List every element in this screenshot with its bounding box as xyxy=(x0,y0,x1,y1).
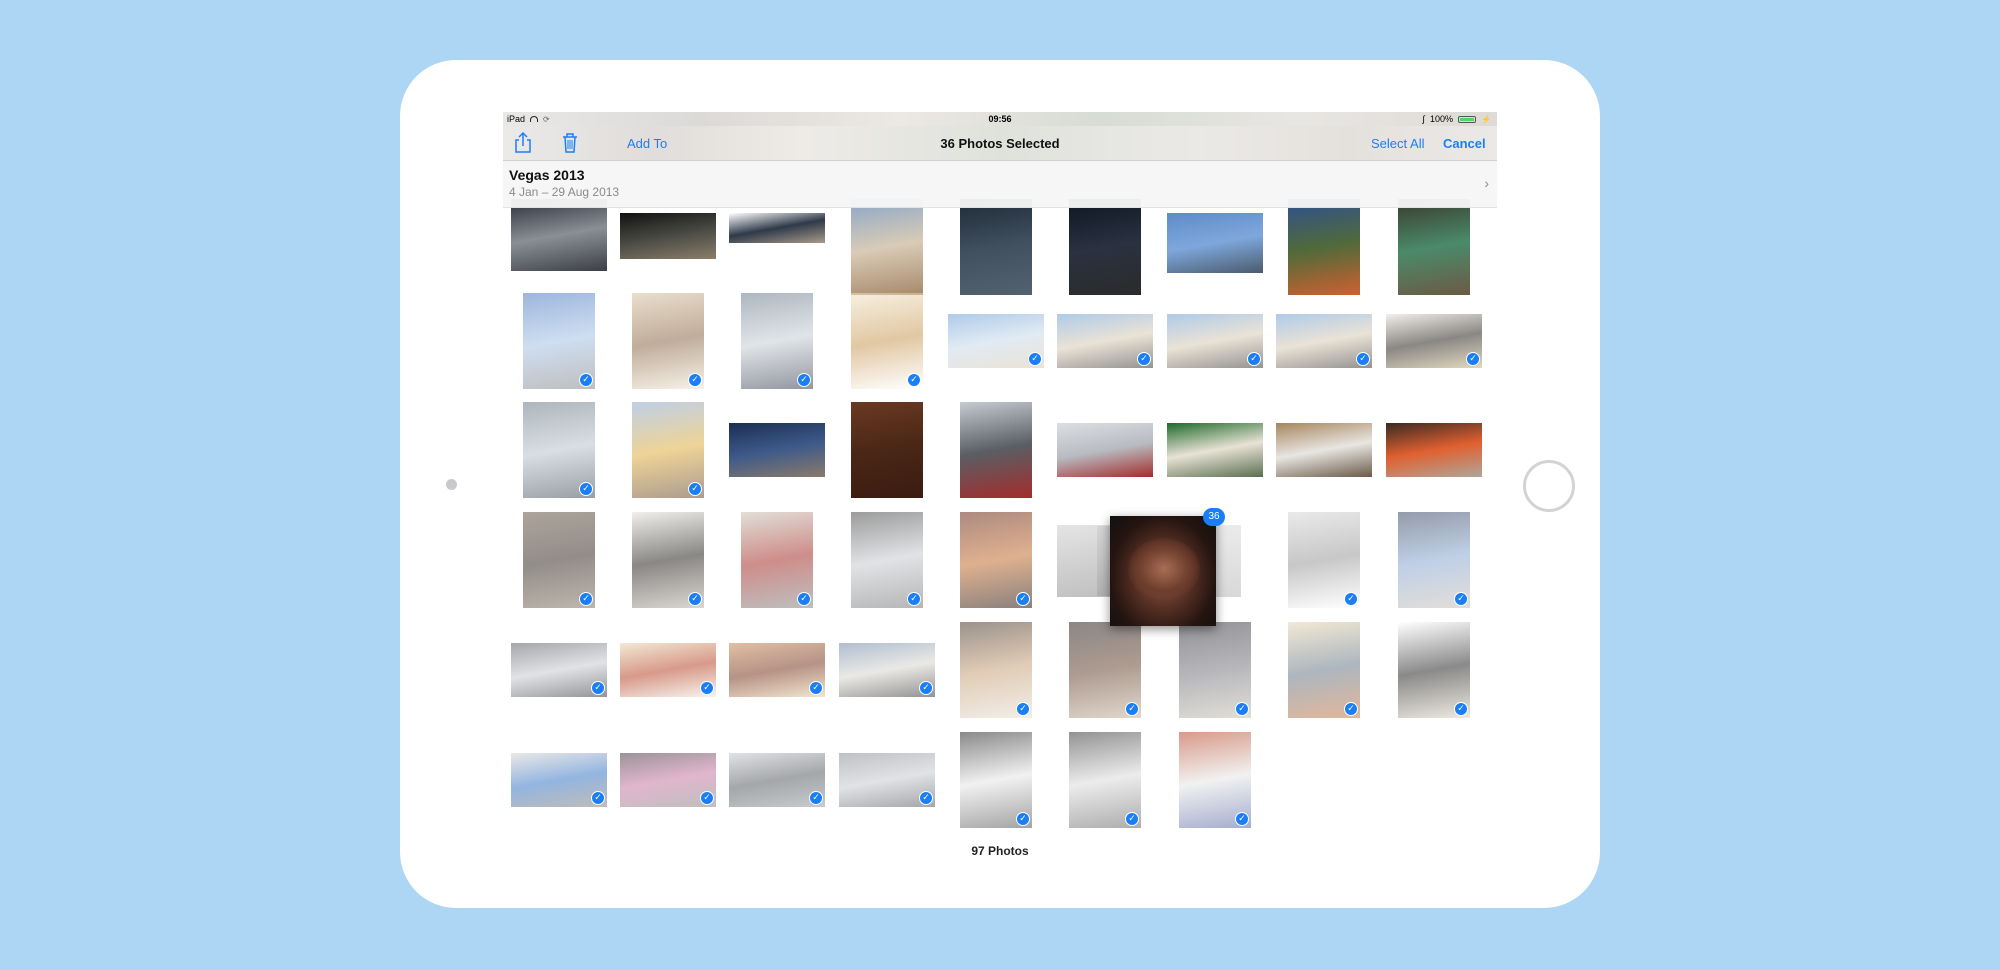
checkmark-icon: ✓ xyxy=(579,482,593,496)
checkmark-icon: ✓ xyxy=(809,791,823,805)
photo-thumbnail[interactable] xyxy=(960,199,1032,295)
photo-thumbnail[interactable] xyxy=(960,402,1032,498)
checkmark-icon: ✓ xyxy=(1235,812,1249,826)
checkmark-icon: ✓ xyxy=(797,592,811,606)
checkmark-icon: ✓ xyxy=(700,791,714,805)
checkmark-icon: ✓ xyxy=(591,681,605,695)
checkmark-icon: ✓ xyxy=(1016,812,1030,826)
battery-percent: 100% xyxy=(1430,114,1454,124)
checkmark-icon: ✓ xyxy=(1028,352,1042,366)
checkmark-icon: ✓ xyxy=(1344,702,1358,716)
checkmark-icon: ✓ xyxy=(919,681,933,695)
photo-thumbnail[interactable] xyxy=(851,402,923,498)
album-title: Vegas 2013 xyxy=(509,167,585,183)
checkmark-icon: ✓ xyxy=(1125,702,1139,716)
photo-thumbnail[interactable] xyxy=(1167,213,1263,273)
status-bar: iPad ⟳ 09:56 ∫ 100% ⚡ xyxy=(503,112,1497,126)
checkmark-icon: ✓ xyxy=(688,482,702,496)
checkmark-icon: ✓ xyxy=(1125,812,1139,826)
photo-thumbnail[interactable] xyxy=(729,213,825,243)
photo-thumbnail[interactable] xyxy=(851,199,923,295)
checkmark-icon: ✓ xyxy=(797,373,811,387)
selection-title: 36 Photos Selected xyxy=(940,136,1060,151)
photos-screen: ✓ ✓ ✓ ✓ ✓ ✓ ✓ ✓ ✓ ✓ ✓ ✓ ✓ ✓ ✓ ✓ ✓ ✓ ✓ ✓ ✓ ✓ ✓ ✓ ✓ ✓ ✓ ✓ ✓ ✓ ✓ ✓ ✓ ✓ 36 iP… xyxy=(503,112,1497,872)
chevron-right-icon: › xyxy=(1484,175,1489,191)
checkmark-icon: ✓ xyxy=(1247,352,1261,366)
status-time: 09:56 xyxy=(988,114,1012,124)
checkmark-icon: ✓ xyxy=(1454,592,1468,606)
photo-thumbnail[interactable] xyxy=(1398,199,1470,295)
bluetooth-icon: ∫ xyxy=(1422,114,1425,124)
photo-thumbnail[interactable] xyxy=(1213,525,1241,597)
dragged-photo-stack[interactable]: 36 xyxy=(1097,508,1225,626)
charging-icon: ⚡ xyxy=(1481,114,1491,124)
cancel-button[interactable]: Cancel xyxy=(1443,136,1486,151)
checkmark-icon: ✓ xyxy=(700,681,714,695)
photo-thumbnail[interactable] xyxy=(511,199,607,271)
checkmark-icon: ✓ xyxy=(1137,352,1151,366)
photo-thumbnail[interactable] xyxy=(729,423,825,477)
checkmark-icon: ✓ xyxy=(579,592,593,606)
photo-thumbnail[interactable] xyxy=(1069,199,1141,295)
checkmark-icon: ✓ xyxy=(907,373,921,387)
selection-count-badge: 36 xyxy=(1203,508,1225,526)
album-header[interactable]: Vegas 2013 4 Jan – 29 Aug 2013 › xyxy=(503,161,1497,208)
photo-thumbnail[interactable] xyxy=(1386,423,1482,477)
home-button[interactable] xyxy=(1523,460,1575,512)
checkmark-icon: ✓ xyxy=(591,791,605,805)
photo-thumbnail[interactable] xyxy=(1057,423,1153,477)
photo-thumbnail[interactable] xyxy=(1167,423,1263,477)
nav-bar: Add To 36 Photos Selected Select All Can… xyxy=(503,126,1497,161)
checkmark-icon: ✓ xyxy=(688,592,702,606)
checkmark-icon: ✓ xyxy=(1454,702,1468,716)
checkmark-icon: ✓ xyxy=(1016,592,1030,606)
checkmark-icon: ✓ xyxy=(809,681,823,695)
album-dates: 4 Jan – 29 Aug 2013 xyxy=(509,185,620,199)
checkmark-icon: ✓ xyxy=(1356,352,1370,366)
checkmark-icon: ✓ xyxy=(1466,352,1480,366)
checkmark-icon: ✓ xyxy=(919,791,933,805)
battery-icon xyxy=(1458,115,1477,123)
checkmark-icon: ✓ xyxy=(1235,702,1249,716)
photo-count: 97 Photos xyxy=(971,844,1029,858)
select-all-button[interactable]: Select All xyxy=(1371,136,1424,151)
checkmark-icon: ✓ xyxy=(1344,592,1358,606)
photo-thumbnail[interactable] xyxy=(1288,199,1360,295)
checkmark-icon: ✓ xyxy=(1016,702,1030,716)
food-plate-image xyxy=(1128,538,1200,600)
dragged-photo[interactable] xyxy=(1110,516,1216,626)
front-camera xyxy=(446,479,457,490)
photo-thumbnail[interactable] xyxy=(1276,423,1372,477)
checkmark-icon: ✓ xyxy=(688,373,702,387)
photo-thumbnail[interactable] xyxy=(620,213,716,259)
checkmark-icon: ✓ xyxy=(907,592,921,606)
checkmark-icon: ✓ xyxy=(579,373,593,387)
